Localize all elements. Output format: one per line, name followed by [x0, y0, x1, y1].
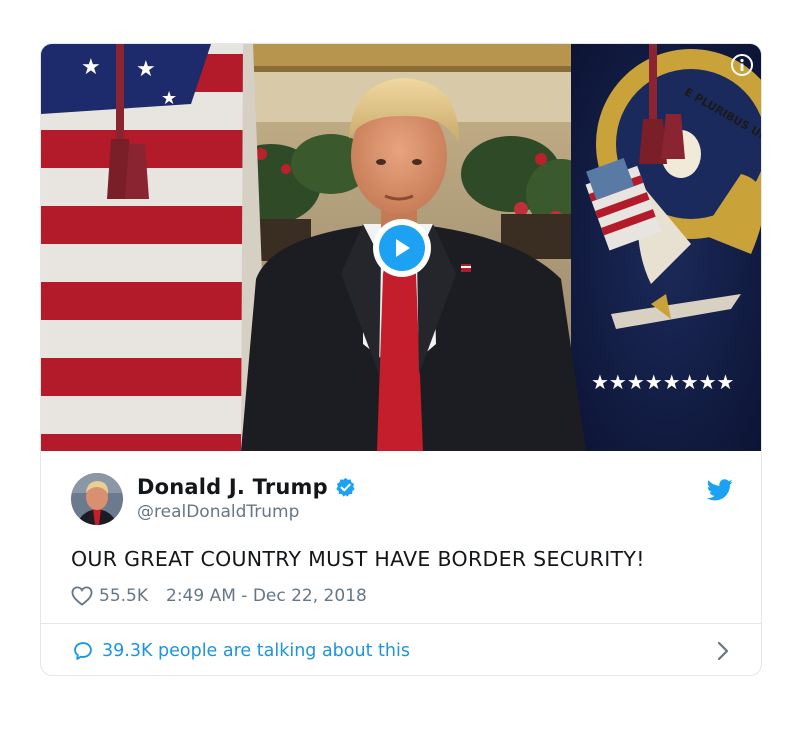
- svg-text:★: ★: [161, 88, 177, 109]
- author-row: Donald J. Trump: [137, 473, 356, 501]
- video-thumbnail[interactable]: ★ ★ ★ E PLURIBUS UNUM ★★★★★★★★: [41, 44, 761, 451]
- like-count: 55.5K: [99, 586, 148, 606]
- conversation-count-text: 39.3K people are talking about this: [102, 640, 410, 661]
- heart-icon[interactable]: [71, 586, 93, 606]
- user-handle[interactable]: @realDonaldTrump: [137, 502, 299, 522]
- reply-bubble-icon: [73, 641, 93, 661]
- embedded-tweet-card: ★ ★ ★ E PLURIBUS UNUM ★★★★★★★★ Donald J.…: [40, 43, 762, 676]
- avatar[interactable]: [71, 473, 123, 525]
- svg-text:★: ★: [81, 55, 101, 80]
- tweet-body: Donald J. Trump @realDonaldTrump OUR GRE…: [41, 451, 761, 623]
- info-icon[interactable]: [731, 54, 753, 76]
- display-name[interactable]: Donald J. Trump: [137, 475, 328, 499]
- play-button[interactable]: [373, 219, 431, 277]
- tweet-meta: 55.5K 2:49 AM - Dec 22, 2018: [71, 586, 367, 606]
- play-icon: [379, 225, 425, 271]
- conversation-link[interactable]: 39.3K people are talking about this: [41, 624, 761, 675]
- verified-badge-icon: [335, 477, 356, 498]
- svg-text:★★★★★★★★: ★★★★★★★★: [591, 370, 734, 394]
- twitter-bird-icon[interactable]: [706, 479, 733, 501]
- svg-text:★: ★: [136, 57, 156, 82]
- presidential-flag: E PLURIBUS UNUM ★★★★★★★★: [571, 44, 761, 451]
- chevron-right-icon: [717, 641, 729, 661]
- us-flag: ★ ★ ★: [41, 44, 269, 451]
- tweet-text: OUR GREAT COUNTRY MUST HAVE BORDER SECUR…: [71, 547, 645, 571]
- timestamp-link[interactable]: 2:49 AM - Dec 22, 2018: [166, 586, 367, 606]
